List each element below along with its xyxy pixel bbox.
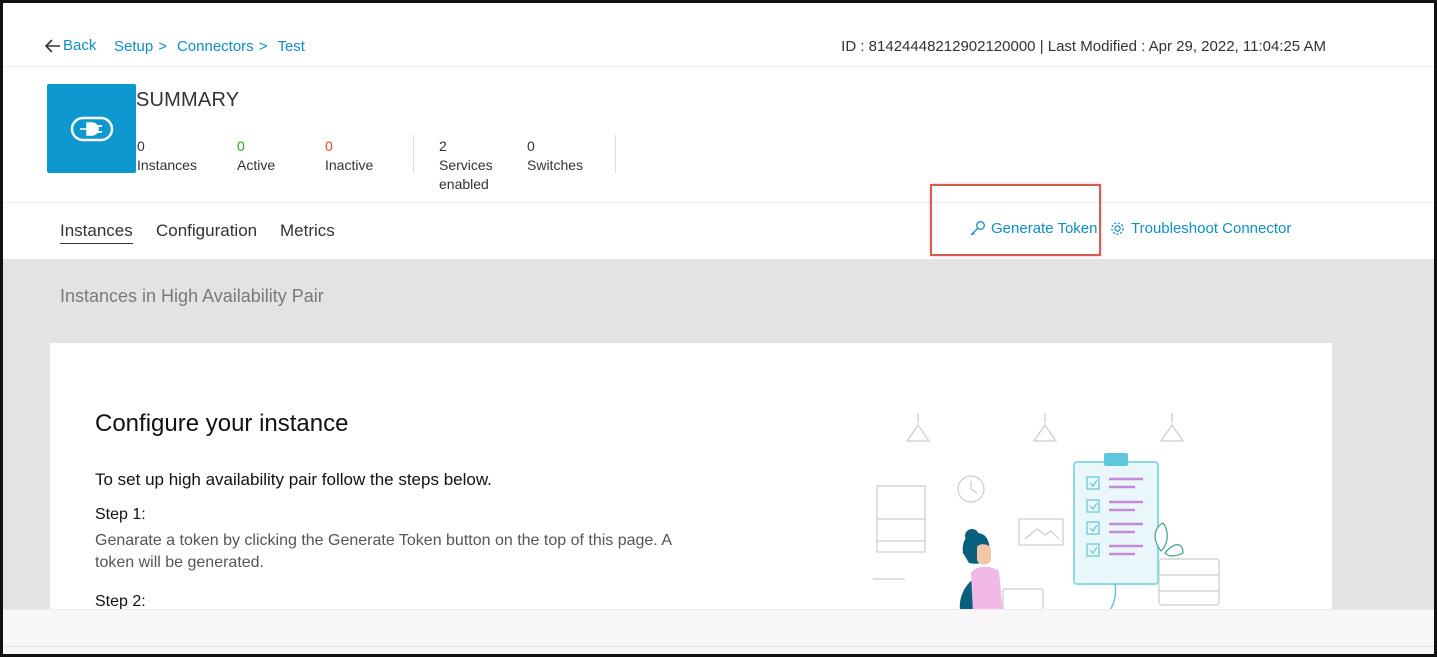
plug-connector-icon	[70, 116, 113, 141]
generate-token-button[interactable]: Generate Token	[969, 220, 1097, 237]
stat-value: 0	[237, 138, 245, 154]
connector-meta: ID : 81424448212902120000 | Last Modifie…	[841, 38, 1326, 55]
troubleshoot-connector-button[interactable]: Troubleshoot Connector	[1109, 220, 1291, 237]
stat-divider	[615, 135, 616, 173]
stat-label: Switches	[527, 157, 584, 173]
key-icon	[970, 221, 985, 236]
troubleshoot-label: Troubleshoot Connector	[1131, 220, 1292, 237]
tab-configuration[interactable]: Configuration	[156, 221, 257, 241]
stat-inactive: 0 Inactive	[325, 137, 373, 175]
card-intro: To set up high availability pair follow …	[95, 470, 492, 489]
stat-label: Inactive	[325, 157, 374, 173]
card-title: Configure your instance	[95, 410, 349, 437]
app-window: Back Setup > Connectors > Test ID : 814244…	[0, 0, 1437, 657]
bottom-bar	[3, 609, 1434, 654]
step-1-label: Step 1:	[95, 506, 146, 523]
stat-label: Services enabled	[439, 157, 493, 192]
breadcrumb-separator: >	[258, 38, 268, 55]
summary-title: SUMMARY	[136, 89, 240, 111]
stat-divider	[413, 135, 414, 173]
main-content: Instances in High Availability Pair Conf…	[3, 259, 1434, 613]
stat-instances: 0 Instances	[137, 137, 197, 175]
breadcrumb-setup[interactable]: Setup >	[114, 38, 167, 55]
arrow-left-icon	[45, 38, 60, 53]
breadcrumb-separator: >	[158, 38, 167, 55]
stat-value: 0	[527, 138, 535, 154]
back-label: Back	[63, 37, 97, 54]
stat-label: Active	[237, 157, 276, 173]
top-bar: Back Setup > Connectors > Test ID : 814244…	[3, 3, 1434, 67]
stat-switches: 0 Switches	[527, 137, 583, 175]
tab-metrics[interactable]: Metrics	[280, 221, 335, 241]
breadcrumb-test[interactable]: Test	[277, 38, 305, 55]
breadcrumb: Setup > Connectors > Test	[114, 38, 315, 55]
stat-services: 2 Services enabled	[439, 137, 509, 194]
breadcrumb-connectors[interactable]: Connectors >	[177, 38, 267, 55]
configure-illustration	[873, 413, 1220, 613]
stat-active: 0 Active	[237, 137, 275, 175]
tab-instances[interactable]: Instances	[60, 221, 133, 244]
stat-value: 0	[137, 138, 145, 154]
bottom-divider	[3, 646, 1434, 647]
stat-label: Instances	[137, 157, 197, 173]
section-title: Instances in High Availability Pair	[60, 286, 324, 306]
connector-tile	[47, 84, 136, 173]
generate-token-label: Generate Token	[991, 220, 1098, 237]
gear-icon	[1111, 222, 1124, 235]
step-1-text: Genarate a token by clicking the Generat…	[95, 532, 672, 571]
stat-value: 0	[325, 138, 333, 154]
back-button[interactable]: Back	[45, 37, 96, 54]
summary-panel: SUMMARY 0 Instances 0 Active 0 Inactive …	[3, 67, 1434, 203]
stat-value: 2	[439, 138, 447, 154]
configure-card: Configure your instance To set up high a…	[50, 343, 1332, 613]
